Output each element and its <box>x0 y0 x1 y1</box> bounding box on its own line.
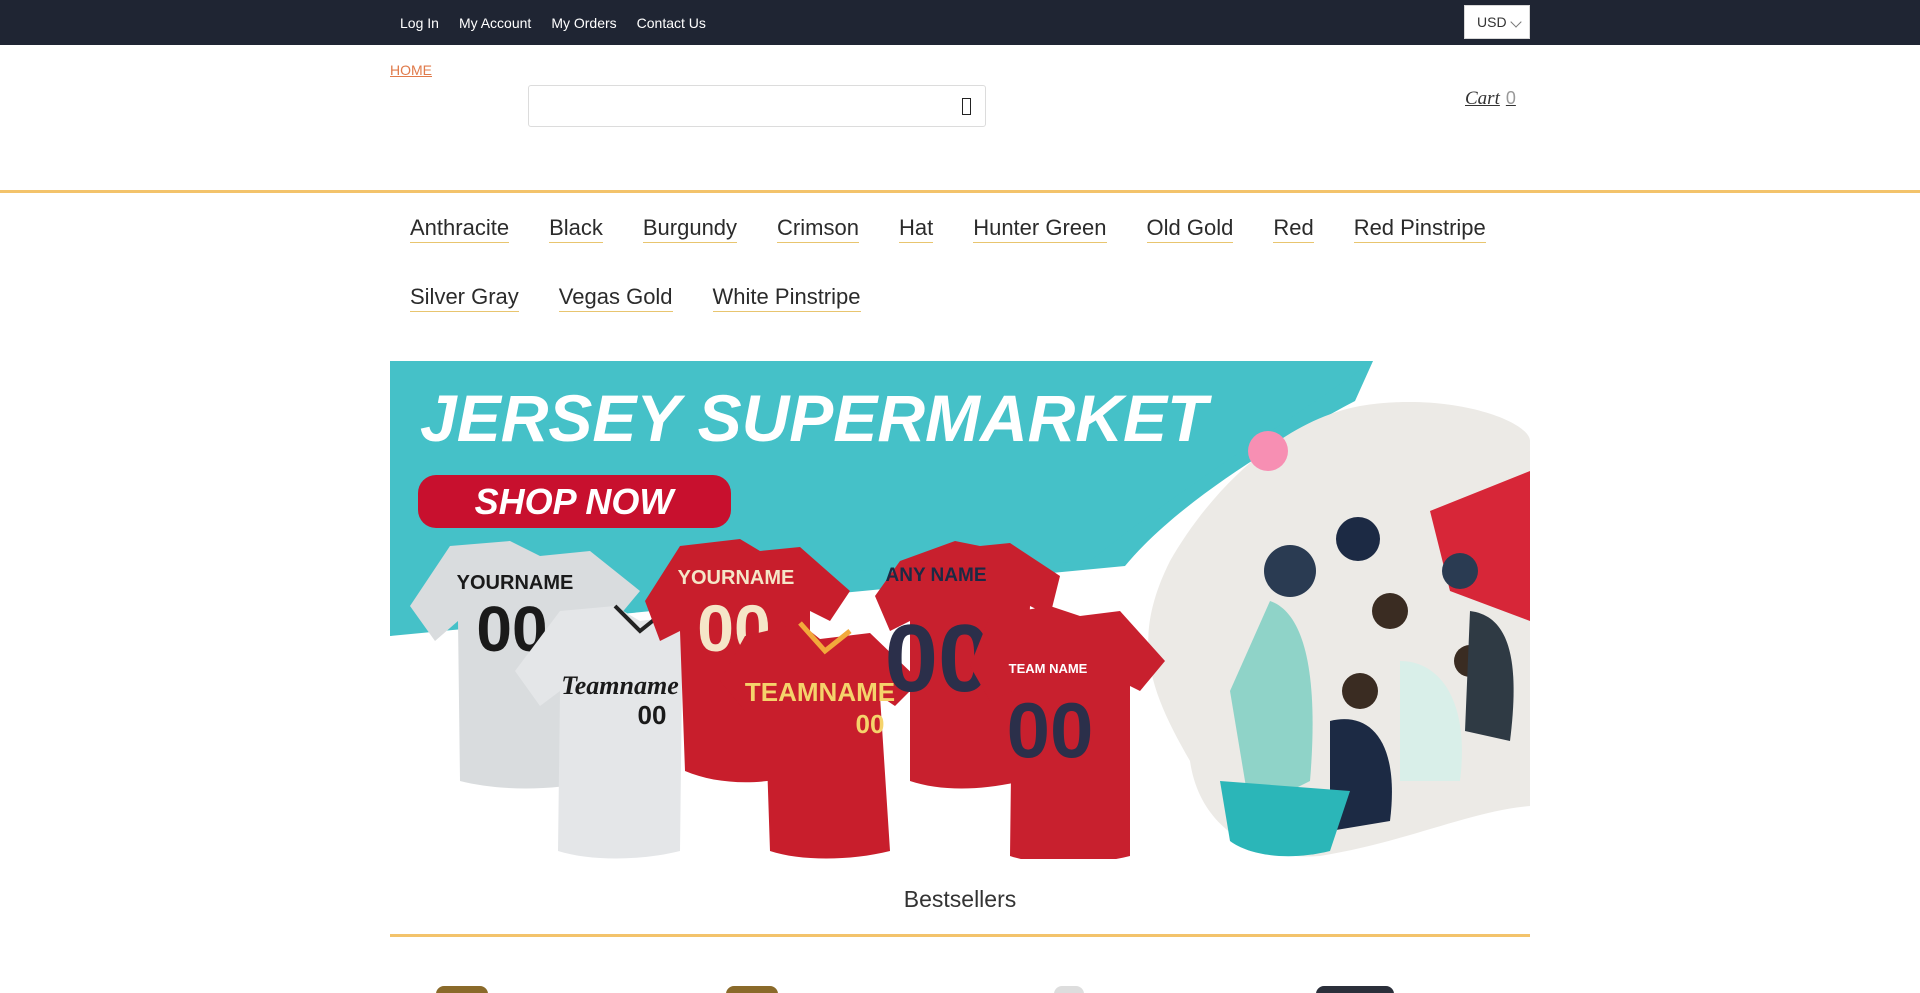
my-account-link[interactable]: My Account <box>459 15 531 31</box>
cart-count: 0 <box>1505 88 1516 108</box>
category-silver-gray[interactable]: Silver Gray <box>410 275 519 312</box>
category-crimson[interactable]: Crimson <box>777 206 859 243</box>
product-thumbnail[interactable] <box>436 986 488 993</box>
contact-us-link[interactable]: Contact Us <box>637 15 706 31</box>
account-nav: Log In My Account My Orders Contact Us <box>400 0 726 45</box>
currency-select[interactable]: USD <box>1464 5 1530 39</box>
category-row: Anthracite Black Burgundy Crimson Hat Hu… <box>410 206 1540 275</box>
section-divider <box>390 934 1530 937</box>
svg-text:00: 00 <box>856 709 885 739</box>
chevron-down-icon <box>1510 16 1522 28</box>
product-thumbnail[interactable] <box>726 986 778 993</box>
breadcrumb-home[interactable]: HOME <box>390 62 432 78</box>
search-icon[interactable] <box>955 95 977 117</box>
svg-text:00: 00 <box>638 700 667 730</box>
my-orders-link[interactable]: My Orders <box>551 15 616 31</box>
category-burgundy[interactable]: Burgundy <box>642 206 738 243</box>
category-vegas-gold[interactable]: Vegas Gold <box>558 275 673 312</box>
banner-headline: JERSEY SUPERMARKET <box>420 381 1212 455</box>
svg-text:ANY NAME: ANY NAME <box>886 565 987 586</box>
product-thumbnail[interactable] <box>1054 986 1084 993</box>
login-link[interactable]: Log In <box>400 15 439 31</box>
cart-link[interactable]: Cart 0 <box>1465 88 1516 110</box>
header-divider <box>0 190 1920 193</box>
category-hunter-green[interactable]: Hunter Green <box>973 206 1107 243</box>
section-title: Bestsellers <box>903 886 1017 912</box>
search-input[interactable] <box>529 86 939 126</box>
svg-text:00: 00 <box>1007 686 1094 774</box>
svg-text:YOURNAME: YOURNAME <box>457 572 574 594</box>
category-old-gold[interactable]: Old Gold <box>1146 206 1234 243</box>
category-red-pinstripe[interactable]: Red Pinstripe <box>1353 206 1486 243</box>
search-bar <box>528 85 986 127</box>
currency-value: USD <box>1477 14 1507 30</box>
svg-text:TEAMNAME: TEAMNAME <box>745 677 895 707</box>
category-white-pinstripe[interactable]: White Pinstripe <box>712 275 861 312</box>
cart-label: Cart <box>1465 88 1500 109</box>
category-red[interactable]: Red <box>1273 206 1314 243</box>
category-nav: Anthracite Black Burgundy Crimson Hat Hu… <box>410 206 1540 344</box>
category-black[interactable]: Black <box>549 206 603 243</box>
category-anthracite[interactable]: Anthracite <box>410 206 510 243</box>
hero-banner[interactable]: JERSEY SUPERMARKET SHOP NOW YOURNAME 00 … <box>390 361 1530 859</box>
product-thumbnail[interactable] <box>1316 986 1394 993</box>
top-bar: Log In My Account My Orders Contact Us U… <box>0 0 1920 45</box>
pink-dot <box>1248 431 1288 471</box>
svg-text:TEAM NAME: TEAM NAME <box>1009 661 1088 676</box>
svg-text:Teamname: Teamname <box>561 671 678 700</box>
category-row: Silver Gray Vegas Gold White Pinstripe <box>410 275 1540 344</box>
shop-now-label: SHOP NOW <box>475 481 677 522</box>
category-hat[interactable]: Hat <box>898 206 934 243</box>
svg-text:YOURNAME: YOURNAME <box>678 567 795 589</box>
